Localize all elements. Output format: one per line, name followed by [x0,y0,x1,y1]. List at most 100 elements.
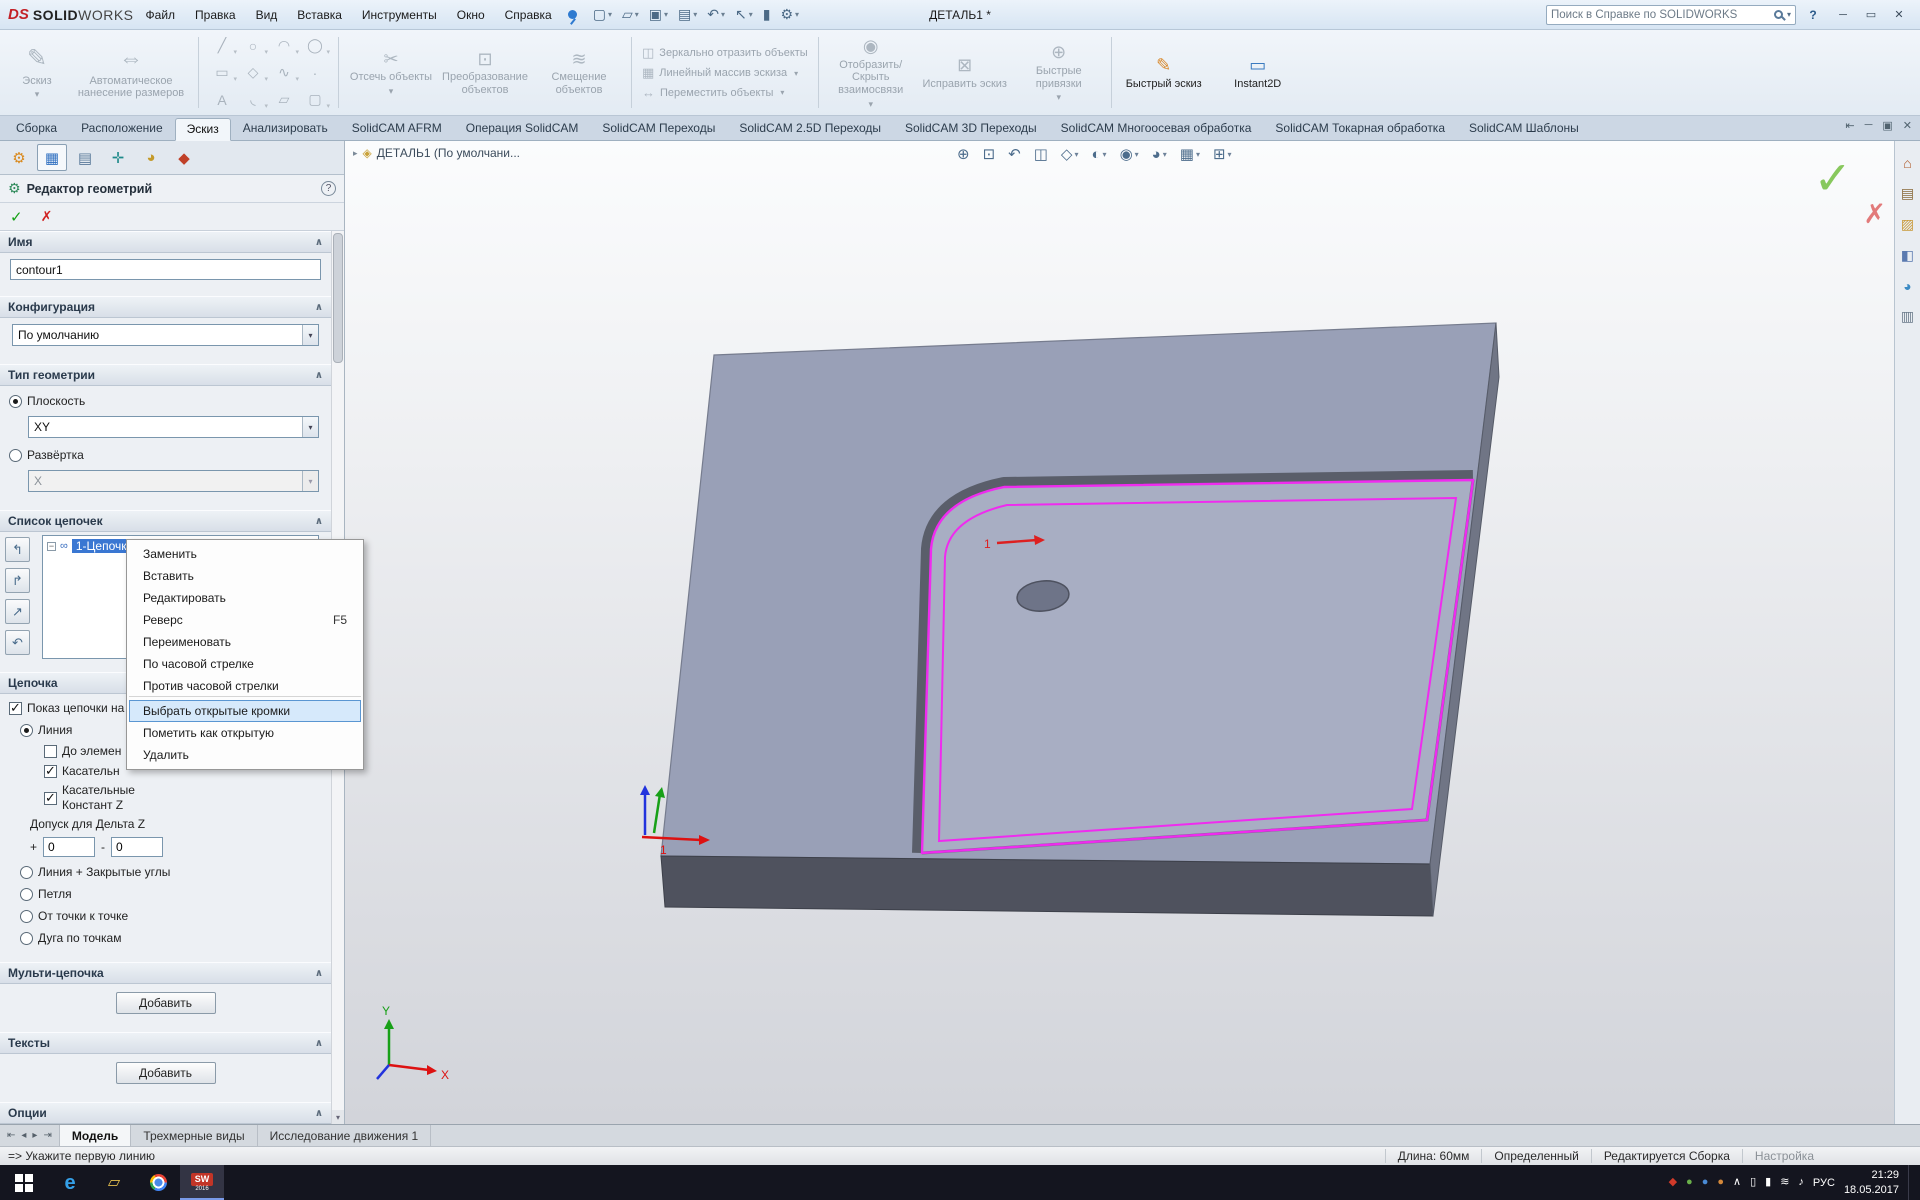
chain-skip-icon[interactable]: ↱ [5,568,30,593]
show-desktop-button[interactable] [1908,1165,1914,1200]
linear-pattern-button[interactable]: ▦ Линейный массив эскиза [642,65,808,81]
part-model[interactable]: 1 [661,323,1499,916]
panel-help-button[interactable]: ? [321,181,336,196]
simulation-tab-icon[interactable]: ◆ [169,144,199,171]
tab-scroll-next-icon[interactable]: ▸ [32,1130,37,1141]
line-closed-corners-radio[interactable] [20,866,33,879]
context-menu-item[interactable]: Удалить [129,744,361,766]
plane-icon[interactable]: ▱ [269,87,299,113]
tangent-checkbox[interactable] [44,765,57,778]
move-entities-button[interactable]: ↔ Переместить объекты [642,85,808,100]
tray-chevron-icon[interactable]: ∧ [1733,1177,1741,1188]
tab-scroll-prev-icon[interactable]: ◂ [21,1130,26,1141]
multi-chain-add-button[interactable]: Добавить [116,992,216,1014]
command-tab[interactable]: SolidCAM AFRM [340,117,454,140]
file-explorer-icon[interactable]: ▨ [1901,216,1914,233]
edit-appearance-icon[interactable]: ◕ [1152,146,1167,163]
arc-icon[interactable]: ◠ [269,33,299,59]
sketch-button[interactable]: ✎ Эскиз [6,33,68,112]
line-icon[interactable]: ╱ [207,33,237,59]
model-tab[interactable]: Трехмерные виды [131,1125,257,1146]
window-close-button[interactable]: ✕ [1886,5,1912,25]
loop-radio[interactable] [20,888,33,901]
command-tab[interactable]: Сборка [4,117,69,140]
configurations-tab-icon[interactable]: ▤ [70,144,100,171]
plane-axis-select[interactable]: XY [28,416,319,438]
point-to-point-radio[interactable] [20,910,33,923]
tray-battery-icon[interactable]: ▮ [1765,1177,1771,1188]
help-search-input[interactable]: Поиск в Справке по SOLIDWORKS ▾ [1546,5,1796,25]
delta-minus-input[interactable] [111,837,163,857]
scrollbar-down-icon[interactable] [332,1110,344,1124]
text-icon[interactable]: A [207,87,237,113]
taskbar-solidworks[interactable]: SW2016 [180,1165,224,1200]
chevron-down-icon[interactable] [302,417,318,437]
confirm-cancel-button[interactable]: ✗ [1863,201,1886,228]
tangent-const-z-checkbox[interactable] [44,792,57,805]
tree-collapse-icon[interactable] [47,542,56,551]
search-chevron-icon[interactable]: ▾ [1787,10,1791,19]
section-configuration-header[interactable]: Конфигурация [0,296,331,318]
doc-close-icon[interactable]: ✕ [1903,119,1912,132]
menu-item[interactable]: Файл [144,6,178,24]
context-menu-item[interactable]: По часовой стрелке [129,653,361,675]
command-tab[interactable]: SolidCAM Токарная обработка [1263,117,1457,140]
spline-icon[interactable]: ∿ [269,60,299,86]
menu-item[interactable]: Вставка [295,6,344,24]
home-icon[interactable]: ⌂ [1903,155,1911,171]
display-relations-button[interactable]: ◉ Отобразить/Скрыть взаимосвязи [825,33,917,112]
section-chain-list-header[interactable]: Список цепочек [0,510,331,532]
taskbar-edge[interactable]: e [48,1165,92,1200]
zoom-area-icon[interactable]: ⊡ [983,145,996,163]
property-manager-tab-icon[interactable]: ▦ [37,144,67,171]
tray-solidworks-icon[interactable]: ◆ [1669,1177,1677,1188]
tab-scroll-first-icon[interactable]: ⇤ [7,1130,15,1141]
ok-button[interactable]: ✓ [10,208,23,226]
evaluate-tab-icon[interactable]: ◕ [136,144,166,171]
convert-entities-button[interactable]: ⊡ Преобразование объектов [439,33,531,112]
language-indicator[interactable]: РУС [1813,1177,1835,1189]
model-canvas[interactable]: 1 1 Y [345,141,1920,1124]
menu-item[interactable]: Справка [503,6,554,24]
texts-add-button[interactable]: Добавить [116,1062,216,1084]
command-tab[interactable]: Расположение [69,117,175,140]
show-chain-checkbox[interactable] [9,702,22,715]
section-view-icon[interactable]: ◫ [1034,145,1048,163]
tray-orange-icon[interactable]: ● [1717,1177,1724,1188]
context-menu-item[interactable]: Редактировать [129,587,361,609]
mirror-entities-button[interactable]: ◫ Зеркально отразить объекты [642,45,808,61]
taskbar-explorer[interactable]: ▱ [92,1165,136,1200]
menu-item[interactable]: Вид [254,6,280,24]
menu-item[interactable]: Инструменты [360,6,439,24]
taskbar-clock[interactable]: 21:29 18.05.2017 [1844,1168,1899,1197]
doc-restore-icon[interactable]: ▣ [1882,119,1892,132]
part-front-face[interactable] [661,856,1433,916]
doc-minimize-icon[interactable]: ─ [1865,119,1873,132]
start-button[interactable] [0,1165,48,1200]
previous-view-icon[interactable]: ↶ [1008,145,1021,163]
open-icon[interactable]: ▱ [620,5,641,24]
apply-scene-icon[interactable]: ▦ [1180,145,1200,163]
to-element-checkbox[interactable] [44,745,57,758]
tray-green-icon[interactable]: ● [1686,1177,1693,1188]
feature-breadcrumb[interactable]: ▸ ◈ ДЕТАЛЬ1 (По умолчани... [353,146,520,160]
context-menu-item[interactable]: Переименовать [129,631,361,653]
section-options-header[interactable]: Опции [0,1102,331,1124]
section-name-header[interactable]: Имя [0,231,331,253]
context-menu-item[interactable]: Реверс F5 [129,609,361,631]
rebuild-icon[interactable]: ▮ [761,5,773,24]
repair-sketch-button[interactable]: ⊠ Исправить эскиз [919,33,1011,112]
view-settings-icon[interactable]: ⊞ [1213,145,1232,163]
name-input[interactable] [10,259,321,280]
command-tab[interactable]: SolidCAM Многоосевая обработка [1049,117,1264,140]
context-menu-item[interactable]: Заменить [129,543,361,565]
rapid-sketch-button[interactable]: ✎ Быстрый эскиз [1118,33,1210,112]
quick-snaps-button[interactable]: ⊕ Быстрые привязки [1013,33,1105,112]
save-icon[interactable]: ▣ [647,5,670,24]
print-icon[interactable]: ▤ [676,5,699,24]
polygon-icon[interactable]: ◇ [238,60,268,86]
expand-arrow-icon[interactable]: ▸ [353,148,358,159]
command-tab[interactable]: Эскиз [175,118,231,141]
zoom-fit-icon[interactable]: ⊕ [957,145,970,163]
origin-tab-icon[interactable]: ✛ [103,144,133,171]
